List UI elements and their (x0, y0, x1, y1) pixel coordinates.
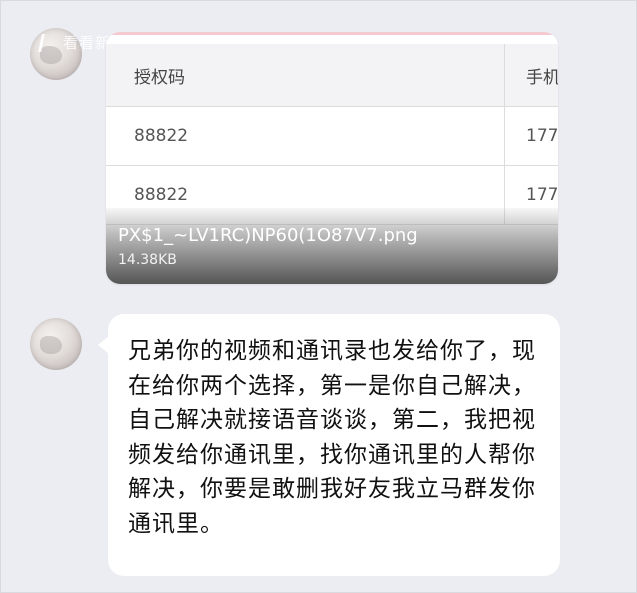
column-divider (504, 107, 505, 165)
table-header-row: 授权码 手机 (106, 44, 558, 107)
preview-top-edge (106, 32, 558, 35)
table-row: 88822 177( (106, 107, 558, 166)
file-info-overlay: PX$1_~LV1RC)NP60(1O87V7.png 14.38KB (106, 208, 558, 284)
image-preview-table: 授权码 手机 88822 177( 88822 177( (106, 44, 558, 225)
table-cell: 177( (526, 126, 558, 146)
sender-avatar[interactable] (30, 318, 82, 370)
file-name: PX$1_~LV1RC)NP60(1O87V7.png (118, 225, 418, 246)
column-divider (504, 44, 505, 106)
table-header-cell: 授权码 (134, 67, 185, 88)
file-size: 14.38KB (118, 252, 177, 268)
message-text: 兄弟你的视频和通讯录也发给你了，现在给你两个选择，第一是你自己解决，自己解决就接… (128, 338, 536, 537)
image-file-message[interactable]: 授权码 手机 88822 177( 88822 177( PX$1_~LV1RC… (106, 32, 558, 284)
watermark-logo-icon (38, 33, 61, 52)
table-header-cell: 手机 (526, 67, 558, 88)
text-message-bubble[interactable]: 兄弟你的视频和通讯录也发给你了，现在给你两个选择，第一是你自己解决，自己解决就接… (98, 314, 560, 576)
table-cell: 88822 (134, 126, 189, 146)
